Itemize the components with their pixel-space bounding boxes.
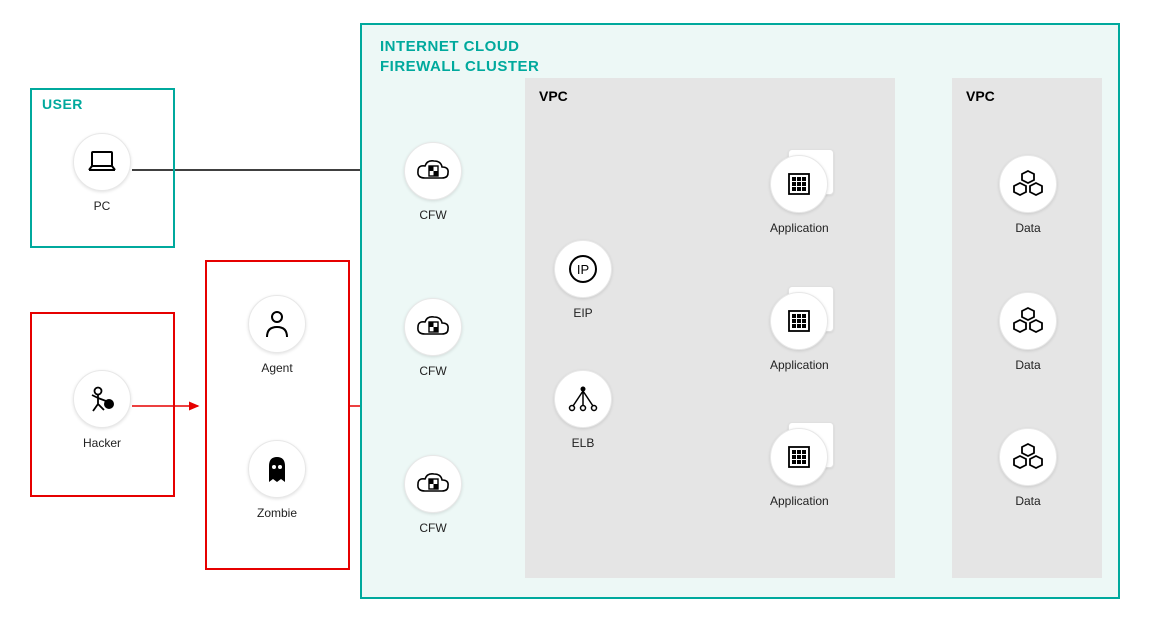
- cloud-firewall-icon: [404, 142, 462, 200]
- hacker-node: Hacker: [73, 370, 131, 450]
- pc-label: PC: [94, 199, 111, 213]
- cfw-node-1: CFW: [404, 142, 462, 222]
- elb-label: ELB: [572, 436, 595, 450]
- person-icon: [248, 295, 306, 353]
- application-label-1: Application: [770, 221, 829, 235]
- agent-node: Agent: [248, 295, 306, 375]
- data-label-1: Data: [1015, 221, 1040, 235]
- user-title: USER: [42, 96, 83, 112]
- zombie-node: Zombie: [248, 440, 306, 520]
- data-label-3: Data: [1015, 494, 1040, 508]
- application-node-3: Application: [770, 428, 829, 508]
- load-balancer-icon: [554, 370, 612, 428]
- application-label-2: Application: [770, 358, 829, 372]
- vpc1-container: VPC: [525, 78, 895, 578]
- cluster-title-line2: FIREWALL CLUSTER: [380, 58, 539, 75]
- cfw-label-1: CFW: [419, 208, 446, 222]
- data-node-1: Data: [999, 155, 1057, 235]
- app-grid-icon: [770, 292, 828, 350]
- data-node-3: Data: [999, 428, 1057, 508]
- hacker-label: Hacker: [83, 436, 121, 450]
- eip-label: EIP: [573, 306, 592, 320]
- hexagon-cluster-icon: [999, 428, 1057, 486]
- ip-icon: IP: [554, 240, 612, 298]
- hexagon-cluster-icon: [999, 292, 1057, 350]
- cloud-firewall-icon: [404, 455, 462, 513]
- data-node-2: Data: [999, 292, 1057, 372]
- cluster-title-line1: INTERNET CLOUD: [380, 38, 520, 55]
- application-label-3: Application: [770, 494, 829, 508]
- vpc1-title: VPC: [539, 88, 568, 104]
- cfw-label-3: CFW: [419, 521, 446, 535]
- cfw-node-3: CFW: [404, 455, 462, 535]
- firewall-architecture-diagram: USER INTERNET CLOUD FIREWALL CLUSTER VPC…: [0, 0, 1152, 630]
- agent-label: Agent: [261, 361, 292, 375]
- zombie-label: Zombie: [257, 506, 297, 520]
- elb-node: ELB: [554, 370, 612, 450]
- svg-text:IP: IP: [577, 262, 589, 277]
- cfw-label-2: CFW: [419, 364, 446, 378]
- app-grid-icon: [770, 155, 828, 213]
- cloud-firewall-icon: [404, 298, 462, 356]
- vpc2-title: VPC: [966, 88, 995, 104]
- cfw-node-2: CFW: [404, 298, 462, 378]
- data-label-2: Data: [1015, 358, 1040, 372]
- pc-node: PC: [73, 133, 131, 213]
- eip-node: IP EIP: [554, 240, 612, 320]
- app-grid-icon: [770, 428, 828, 486]
- application-node-1: Application: [770, 155, 829, 235]
- application-node-2: Application: [770, 292, 829, 372]
- hexagon-cluster-icon: [999, 155, 1057, 213]
- cluster-title: INTERNET CLOUD FIREWALL CLUSTER: [380, 37, 539, 76]
- laptop-icon: [73, 133, 131, 191]
- hacker-icon: [73, 370, 131, 428]
- ghost-icon: [248, 440, 306, 498]
